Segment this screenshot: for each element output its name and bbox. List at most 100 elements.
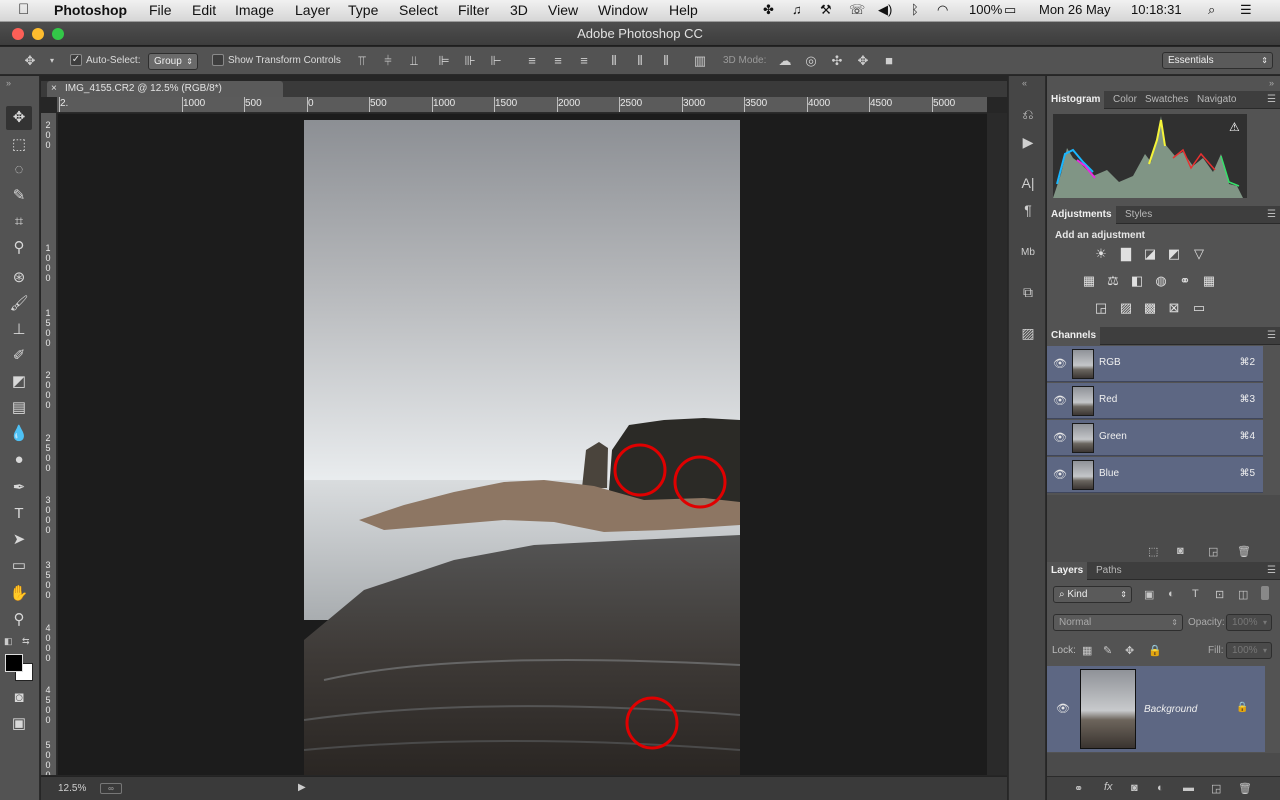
menu-edit[interactable]: Edit: [192, 2, 216, 18]
status-menu-arrow-icon[interactable]: ▶: [298, 782, 306, 793]
document-tab[interactable]: × IMG_4155.CR2 @ 12.5% (RGB/8*): [47, 81, 283, 97]
posterize-icon[interactable]: ▨: [1117, 299, 1135, 317]
menu-window[interactable]: Window: [598, 2, 648, 18]
swap-colors-icon[interactable]: ⇆: [22, 636, 30, 647]
notification-center-icon[interactable]: ☰: [1240, 2, 1252, 18]
lock-all-icon[interactable]: 🔒: [1148, 644, 1162, 657]
zoom-tool-icon[interactable]: ⚲: [6, 608, 32, 632]
new-layer-icon[interactable]: ◲: [1211, 782, 1221, 795]
minimize-window-button[interactable]: [32, 28, 44, 40]
status-info-icon[interactable]: ∞: [100, 783, 122, 794]
lasso-tool-icon[interactable]: ◌: [6, 158, 32, 182]
foreground-color-swatch[interactable]: [5, 654, 23, 672]
new-channel-icon[interactable]: ◲: [1208, 545, 1218, 558]
battery-icon[interactable]: ▭: [1004, 2, 1016, 18]
tab-swatches[interactable]: Swatches: [1141, 91, 1192, 109]
music-icon[interactable]: ♫: [792, 2, 802, 17]
vibrance-icon[interactable]: ▽: [1190, 245, 1208, 263]
channel-row-green[interactable]: 👁 Green ⌘4: [1047, 420, 1263, 456]
3d-pan-icon[interactable]: ✣: [829, 53, 845, 69]
type-tool-icon[interactable]: T: [6, 502, 32, 526]
levels-icon[interactable]: ▇: [1117, 245, 1135, 263]
distribute-top-icon[interactable]: ≡: [524, 53, 540, 69]
distribute-left-icon[interactable]: ⦀: [606, 53, 622, 69]
menu-app-name[interactable]: Photoshop: [54, 2, 127, 18]
hammer-icon[interactable]: ⚒: [820, 2, 832, 18]
save-selection-channel-icon[interactable]: ◙: [1177, 545, 1184, 557]
lock-image-icon[interactable]: ✎: [1103, 644, 1112, 657]
blend-mode-dropdown[interactable]: Normal ⇕: [1053, 614, 1183, 631]
gradient-tool-icon[interactable]: ▤: [6, 396, 32, 420]
selective-color-icon[interactable]: ⊠: [1165, 299, 1183, 317]
tab-histogram[interactable]: Histogram: [1047, 91, 1105, 109]
butterfly-icon[interactable]: ✤: [763, 2, 774, 18]
menu-help[interactable]: Help: [669, 2, 698, 18]
tab-adjustments[interactable]: Adjustments: [1047, 206, 1116, 224]
distribute-right-icon[interactable]: ⦀: [658, 53, 674, 69]
default-colors-icon[interactable]: ◧: [4, 636, 13, 647]
document-canvas[interactable]: [58, 114, 987, 775]
3d-orbit-icon[interactable]: ☁: [777, 53, 793, 69]
channel-row-rgb[interactable]: 👁 RGB ⌘2: [1047, 346, 1263, 382]
auto-align-icon[interactable]: ▥: [692, 53, 708, 69]
quick-selection-tool-icon[interactable]: ✎: [6, 184, 32, 208]
distribute-hcenter-icon[interactable]: ⦀: [632, 53, 648, 69]
collapse-panels-icon[interactable]: »: [1269, 78, 1274, 88]
spotlight-icon[interactable]: ⌕: [1208, 2, 1215, 18]
channel-mixer-icon[interactable]: ⚭: [1176, 272, 1194, 290]
color-balance-icon[interactable]: ⚖: [1104, 272, 1122, 290]
expand-toolbar-icon[interactable]: »: [6, 78, 11, 88]
history-panel-icon[interactable]: ⎌: [1018, 104, 1038, 124]
delete-channel-icon[interactable]: 🗑: [1237, 545, 1251, 558]
tab-color[interactable]: Color: [1109, 91, 1141, 109]
photo-filter-icon[interactable]: ◍: [1152, 272, 1170, 290]
filter-smart-object-icon[interactable]: ◫: [1238, 588, 1248, 601]
rectangle-tool-icon[interactable]: ▭: [6, 554, 32, 578]
tab-layers[interactable]: Layers: [1047, 562, 1088, 580]
distribute-bottom-icon[interactable]: ≡: [576, 53, 592, 69]
color-lookup-icon[interactable]: ▦: [1200, 272, 1218, 290]
3d-panel-icon[interactable]: ⧉: [1018, 282, 1038, 302]
menu-image[interactable]: Image: [235, 2, 274, 18]
exposure-icon[interactable]: ◩: [1165, 245, 1183, 263]
vertical-scrollbar[interactable]: [987, 113, 1007, 775]
move-tool-preset-icon[interactable]: ✥: [22, 53, 38, 69]
wifi-icon[interactable]: ◠: [937, 2, 948, 18]
brush-tool-icon[interactable]: 🖌: [6, 292, 32, 316]
quick-mask-icon[interactable]: ◙: [6, 686, 32, 710]
brush-presets-panel-icon[interactable]: Mb: [1018, 243, 1038, 263]
3d-roll-icon[interactable]: ◎: [803, 53, 819, 69]
paragraph-panel-icon[interactable]: ¶: [1018, 200, 1038, 220]
hand-tool-icon[interactable]: ✋: [6, 582, 32, 606]
clone-stamp-tool-icon[interactable]: ⊥: [6, 318, 32, 342]
menubar-time[interactable]: 10:18:31: [1131, 2, 1182, 17]
align-left-icon[interactable]: ⊫: [436, 53, 452, 69]
new-adjustment-layer-icon[interactable]: ◐: [1157, 782, 1164, 794]
filter-pixel-icon[interactable]: ▣: [1144, 588, 1154, 601]
collapse-strip-icon[interactable]: «: [1022, 78, 1027, 88]
history-brush-tool-icon[interactable]: ✐: [6, 344, 32, 368]
filter-type-icon[interactable]: T: [1192, 588, 1199, 600]
move-tool-icon[interactable]: ✥: [6, 106, 32, 130]
visibility-eye-icon[interactable]: 👁: [1053, 468, 1067, 481]
character-panel-icon[interactable]: A|: [1018, 173, 1038, 193]
auto-select-target-dropdown[interactable]: Group ⇕: [148, 53, 198, 70]
visibility-eye-icon[interactable]: 👁: [1053, 357, 1067, 370]
tool-preset-dropdown-icon[interactable]: ▾: [44, 53, 60, 69]
properties-panel-icon[interactable]: ▨: [1018, 323, 1038, 343]
tab-navigator[interactable]: Navigato: [1193, 91, 1240, 109]
black-white-icon[interactable]: ◧: [1128, 272, 1146, 290]
3d-slide-icon[interactable]: ✥: [855, 53, 871, 69]
panel-menu-icon[interactable]: ☰: [1267, 330, 1276, 341]
lock-position-icon[interactable]: ✥: [1125, 644, 1134, 657]
3d-scale-icon[interactable]: ■: [881, 53, 897, 69]
menu-type[interactable]: Type: [348, 2, 378, 18]
auto-select-checkbox[interactable]: ✓: [70, 54, 82, 66]
menu-filter[interactable]: Filter: [458, 2, 489, 18]
pen-tool-icon[interactable]: ✒: [6, 476, 32, 500]
filter-adjustment-icon[interactable]: ◐: [1168, 588, 1175, 600]
menu-3d[interactable]: 3D: [510, 2, 528, 18]
workspace-dropdown[interactable]: Essentials ⇕: [1162, 52, 1273, 69]
tab-styles[interactable]: Styles: [1121, 206, 1156, 224]
fill-input[interactable]: 100% ▾: [1226, 642, 1272, 659]
